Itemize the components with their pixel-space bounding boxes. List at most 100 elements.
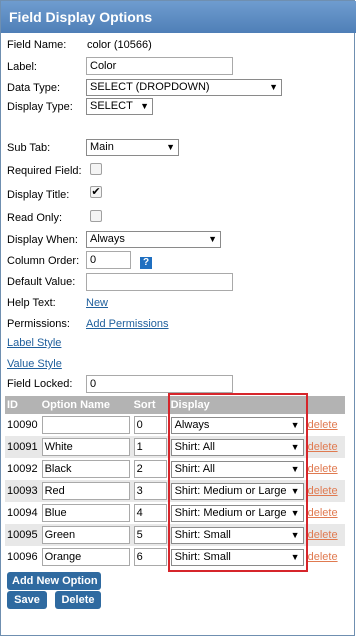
column-header-option-name: Option Name <box>39 396 132 414</box>
table-row: 10093 Red 3 Shirt: Medium or Large ▼ dele… <box>5 480 345 502</box>
option-name-input[interactable]: Blue <box>41 504 130 522</box>
column-order-input[interactable]: 0 <box>86 251 131 269</box>
field-name-label: Field Name: <box>7 39 67 51</box>
field-locked-input[interactable]: 0 <box>86 375 233 393</box>
delete-option-link[interactable]: delete <box>308 507 338 519</box>
option-id: 10092 <box>5 458 40 480</box>
display-title-label: Display Title: <box>7 189 70 201</box>
add-permissions-link[interactable]: Add Permissions <box>86 318 169 330</box>
option-display-value: Shirt: Medium or Large <box>174 484 287 497</box>
delete-option-link[interactable]: delete <box>308 441 338 453</box>
option-name-input[interactable] <box>41 416 130 434</box>
field-name-value: color (10566) <box>87 39 152 51</box>
sub-tab-select[interactable]: Main ▼ <box>86 139 179 156</box>
option-name-input[interactable]: Green <box>41 526 130 544</box>
help-text-label: Help Text: <box>7 297 56 309</box>
table-row: 10092 Black 2 Shirt: All ▼ delete <box>5 458 345 480</box>
display-when-label: Display When: <box>7 234 78 246</box>
option-display-value: Shirt: All <box>174 462 215 475</box>
option-display-select[interactable]: Shirt: Small ▼ <box>170 548 304 566</box>
column-header-id: ID <box>5 396 40 414</box>
option-sort-input[interactable]: 6 <box>133 548 167 566</box>
column-order-label: Column Order: <box>7 255 80 267</box>
option-sort-input[interactable]: 0 <box>133 416 167 434</box>
data-type-select[interactable]: SELECT (DROPDOWN) ▼ <box>86 79 282 96</box>
checkmark-icon: ✔ <box>91 186 101 198</box>
chevron-down-icon: ▼ <box>290 463 300 474</box>
option-display-value: Shirt: Small <box>174 550 231 563</box>
option-id: 10094 <box>5 502 40 524</box>
options-table: ID Option Name Sort Display 10090 0 Alwa… <box>5 396 345 568</box>
read-only-checkbox[interactable] <box>90 210 102 222</box>
option-display-select[interactable]: Shirt: Medium or Large ▼ <box>170 482 304 500</box>
option-sort-input[interactable]: 1 <box>133 438 167 456</box>
sub-tab-label: Sub Tab: <box>7 142 51 154</box>
delete-option-link[interactable]: delete <box>308 463 338 475</box>
table-row: 10091 White 1 Shirt: All ▼ delete <box>5 436 345 458</box>
option-id: 10093 <box>5 480 40 502</box>
delete-option-link[interactable]: delete <box>308 529 338 541</box>
option-id: 10091 <box>5 436 40 458</box>
field-locked-label: Field Locked: <box>7 378 73 390</box>
column-header-actions <box>305 396 345 414</box>
delete-option-link[interactable]: delete <box>308 419 338 431</box>
option-name-input[interactable]: Orange <box>41 548 130 566</box>
display-type-value: SELECT <box>90 100 133 112</box>
chevron-down-icon: ▼ <box>140 101 149 111</box>
delete-button[interactable]: Delete <box>55 591 101 609</box>
option-name-input[interactable]: Black <box>41 460 130 478</box>
option-display-value: Shirt: Medium or Large <box>174 506 287 519</box>
option-sort-input[interactable]: 5 <box>133 526 167 544</box>
option-display-select[interactable]: Shirt: All ▼ <box>170 438 304 456</box>
display-type-select[interactable]: SELECT ▼ <box>86 98 153 115</box>
option-display-select[interactable]: Shirt: All ▼ <box>170 460 304 478</box>
help-text-new-link[interactable]: New <box>86 297 108 309</box>
chevron-down-icon: ▼ <box>290 551 300 562</box>
option-display-value: Shirt: Small <box>174 528 231 541</box>
delete-option-link[interactable]: delete <box>308 551 338 563</box>
chevron-down-icon: ▼ <box>166 142 175 152</box>
label-style-link[interactable]: Label Style <box>7 337 61 349</box>
options-header-row: ID Option Name Sort Display <box>5 396 345 414</box>
label-input[interactable]: Color <box>86 57 233 75</box>
option-name-input[interactable]: Red <box>41 482 130 500</box>
table-row: 10096 Orange 6 Shirt: Small ▼ delete <box>5 546 345 568</box>
chevron-down-icon: ▼ <box>290 507 300 518</box>
option-display-select[interactable]: Shirt: Medium or Large ▼ <box>170 504 304 522</box>
chevron-down-icon: ▼ <box>269 82 278 92</box>
display-type-label: Display Type: <box>7 101 73 113</box>
option-sort-input[interactable]: 3 <box>133 482 167 500</box>
chevron-down-icon: ▼ <box>290 529 300 540</box>
sub-tab-value: Main <box>90 141 114 153</box>
option-name-input[interactable]: White <box>41 438 130 456</box>
default-value-label: Default Value: <box>7 276 76 288</box>
column-header-display: Display <box>168 396 306 414</box>
value-style-link[interactable]: Value Style <box>7 358 62 370</box>
required-field-label: Required Field: <box>7 165 82 177</box>
chevron-down-icon: ▼ <box>208 234 217 244</box>
table-row: 10094 Blue 4 Shirt: Medium or Large ▼ del… <box>5 502 345 524</box>
required-field-checkbox[interactable] <box>90 163 102 175</box>
display-when-value: Always <box>90 233 125 245</box>
table-row: 10095 Green 5 Shirt: Small ▼ delete <box>5 524 345 546</box>
default-value-input[interactable] <box>86 273 233 291</box>
label-label: Label: <box>7 61 37 73</box>
option-display-select[interactable]: Shirt: Small ▼ <box>170 526 304 544</box>
display-title-checkbox[interactable]: ✔ <box>90 186 102 198</box>
option-sort-input[interactable]: 2 <box>133 460 167 478</box>
option-display-value: Always <box>174 418 210 431</box>
option-id: 10096 <box>5 546 40 568</box>
display-when-select[interactable]: Always ▼ <box>86 231 221 248</box>
add-new-option-button[interactable]: Add New Option <box>7 572 101 590</box>
option-display-select[interactable]: Always ▼ <box>170 416 304 434</box>
table-row: 10090 0 Always ▼ delete <box>5 414 345 436</box>
save-button[interactable]: Save <box>7 591 47 609</box>
option-id: 10095 <box>5 524 40 546</box>
delete-option-link[interactable]: delete <box>308 485 338 497</box>
help-question-icon[interactable]: ? <box>140 257 152 269</box>
chevron-down-icon: ▼ <box>290 441 300 452</box>
data-type-value: SELECT (DROPDOWN) <box>90 81 210 93</box>
field-display-options-panel: Field Display Options Field Name: color … <box>0 0 356 636</box>
option-sort-input[interactable]: 4 <box>133 504 167 522</box>
read-only-label: Read Only: <box>7 212 63 224</box>
